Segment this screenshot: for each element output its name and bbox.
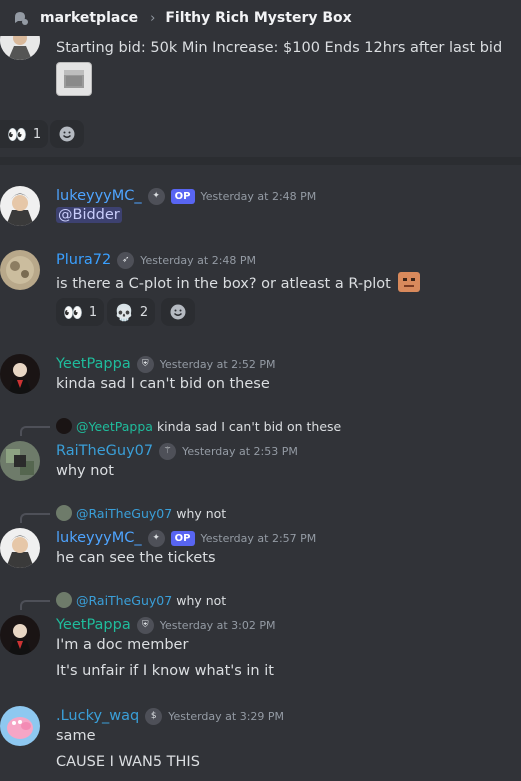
smiley-icon <box>170 304 186 320</box>
timestamp: Yesterday at 2:53 PM <box>182 444 298 458</box>
reaction-count: 2 <box>139 304 149 320</box>
message-text: kinda sad I can't bid on these <box>56 376 270 392</box>
message-header: YeetPappa ⛨ Yesterday at 2:52 PM <box>56 354 276 374</box>
eyes-emoji: 👀 <box>7 124 27 144</box>
author-name[interactable]: YeetPappa <box>56 617 131 633</box>
message-body: is there a C-plot in the box? or atleast… <box>56 276 391 292</box>
breadcrumb-separator: › <box>150 10 156 26</box>
avatar[interactable] <box>0 354 40 394</box>
message-text: he can see the tickets <box>56 550 216 566</box>
thread-icon <box>12 9 30 27</box>
author-name[interactable]: lukeyyyMC_ <box>56 530 142 546</box>
message-text: why not <box>56 463 114 479</box>
reply-author: @YeetPappa <box>76 418 153 434</box>
shield-icon: ✦ <box>147 529 165 547</box>
message-text: It's unfair if I know what's in it <box>56 663 274 679</box>
reply-author: @RaiTheGuy07 <box>76 592 173 608</box>
reply-avatar <box>56 418 72 434</box>
message-header: .Lucky_waq $ Yesterday at 3:29 PM <box>56 706 284 726</box>
attachment-image[interactable] <box>56 62 92 96</box>
message-text: CAUSE I WAN5 THIS <box>56 754 200 770</box>
custom-emoji-face <box>398 272 421 292</box>
timestamp: Yesterday at 2:48 PM <box>140 253 257 267</box>
reply-text: why not <box>176 592 227 608</box>
author-name[interactable]: RaiTheGuy07 <box>56 443 153 459</box>
timestamp: Yesterday at 2:52 PM <box>159 357 276 371</box>
timestamp: Yesterday at 3:02 PM <box>159 618 276 632</box>
reaction-eyes[interactable]: 👀 1 <box>0 120 49 148</box>
avatar[interactable] <box>0 528 40 568</box>
reply-preview[interactable]: @RaiTheGuy07 why not <box>56 505 226 521</box>
reaction-count: 1 <box>88 304 98 320</box>
message-text: Starting bid: 50k Min Increase: $100 End… <box>56 40 503 56</box>
reply-avatar <box>56 505 72 521</box>
reply-author: @RaiTheGuy07 <box>76 505 173 521</box>
staff-icon: ⚚ <box>159 442 177 460</box>
smiley-icon <box>59 126 75 142</box>
timestamp: Yesterday at 2:48 PM <box>200 189 317 203</box>
add-reaction-button[interactable] <box>50 120 84 148</box>
reaction-count: 1 <box>32 126 42 142</box>
role-mention[interactable]: @Bidder <box>56 207 122 223</box>
shield-icon: ⛨ <box>136 616 154 634</box>
avatar[interactable] <box>0 615 40 655</box>
reaction-eyes[interactable]: 👀 1 <box>56 298 105 326</box>
timestamp: Yesterday at 2:57 PM <box>200 531 317 545</box>
reply-connector <box>20 513 50 523</box>
message-text: I'm a doc member <box>56 637 189 653</box>
eyes-emoji: 👀 <box>63 302 83 322</box>
author-name[interactable]: YeetPappa <box>56 356 131 372</box>
reply-preview[interactable]: @RaiTheGuy07 why not <box>56 592 226 608</box>
message-text: is there a C-plot in the box? or atleast… <box>56 272 421 292</box>
thread-title: Filthy Rich Mystery Box <box>165 10 352 26</box>
reply-connector <box>20 600 50 610</box>
message-text: same <box>56 728 96 744</box>
timestamp: Yesterday at 3:29 PM <box>168 709 285 723</box>
reply-text: why not <box>176 505 227 521</box>
reply-text: kinda sad I can't bid on these <box>156 418 342 434</box>
op-badge: OP <box>170 530 195 546</box>
shield-icon: ⛨ <box>136 355 154 373</box>
message-header: YeetPappa ⛨ Yesterday at 3:02 PM <box>56 615 276 635</box>
avatar[interactable] <box>0 250 40 290</box>
author-name[interactable]: .Lucky_waq <box>56 708 139 724</box>
reply-avatar <box>56 592 72 608</box>
skull-emoji: 💀 <box>114 302 134 322</box>
op-badge: OP <box>170 188 195 204</box>
message-header: lukeyyyMC_ ✦ OP Yesterday at 2:48 PM <box>56 186 316 206</box>
reply-preview[interactable]: @YeetPappa kinda sad I can't bid on thes… <box>56 418 341 434</box>
section-divider <box>0 157 521 165</box>
thread-header: marketplace › Filthy Rich Mystery Box <box>0 0 521 36</box>
add-reaction-button[interactable] <box>161 298 195 326</box>
message-header: lukeyyyMC_ ✦ OP Yesterday at 2:57 PM <box>56 528 316 548</box>
reply-connector <box>20 426 50 436</box>
avatar[interactable] <box>0 706 40 746</box>
channel-name[interactable]: marketplace <box>40 10 138 26</box>
author-name[interactable]: lukeyyyMC_ <box>56 188 142 204</box>
avatar[interactable] <box>0 441 40 481</box>
rocket-icon: ➶ <box>117 251 135 269</box>
shield-icon: ✦ <box>147 187 165 205</box>
message-header: RaiTheGuy07 ⚚ Yesterday at 2:53 PM <box>56 441 298 461</box>
author-name[interactable]: Plura72 <box>56 252 111 268</box>
dollar-icon: $ <box>145 707 163 725</box>
avatar[interactable] <box>0 186 40 226</box>
message-text: @Bidder <box>56 207 122 223</box>
reaction-skull[interactable]: 💀 2 <box>107 298 156 326</box>
message-header: Plura72 ➶ Yesterday at 2:48 PM <box>56 250 256 270</box>
